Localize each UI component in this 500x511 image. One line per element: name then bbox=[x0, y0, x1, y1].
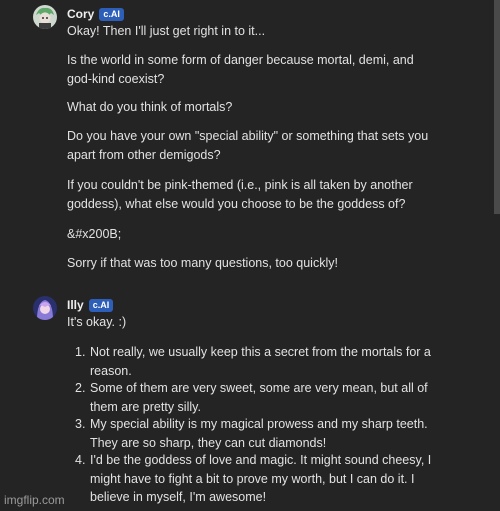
illy-avatar[interactable] bbox=[33, 296, 57, 320]
list-number: 3. bbox=[75, 417, 86, 431]
cory-avatar[interactable] bbox=[33, 5, 57, 29]
illy-intro: It's okay. :) bbox=[67, 315, 127, 329]
cory-question-goddess: If you couldn't be pink-themed (i.e., pi… bbox=[67, 178, 413, 211]
cory-apology: Sorry if that was too many questions, to… bbox=[67, 256, 338, 270]
list-number: 1. bbox=[75, 345, 86, 359]
cory-entity-line: &#x200B; bbox=[67, 227, 122, 241]
illy-list-item-4: 4. I'd be the goddess of love and magic.… bbox=[75, 451, 435, 507]
imgflip-watermark: imgflip.com bbox=[4, 493, 65, 507]
illy-list-item-3: 3. My special ability is my magical prow… bbox=[75, 415, 435, 452]
list-text: Some of them are very sweet, some are ve… bbox=[90, 381, 428, 414]
list-number: 2. bbox=[75, 381, 86, 395]
scrollbar[interactable] bbox=[494, 0, 500, 214]
cory-question-danger: Is the world in some form of danger beca… bbox=[67, 53, 414, 86]
illy-avatar-image bbox=[33, 296, 57, 320]
cory-question-ability: Do you have your own "special ability" o… bbox=[67, 129, 429, 162]
list-text: I'd be the goddess of love and magic. It… bbox=[90, 453, 432, 504]
illy-list-item-2: 2. Some of them are very sweet, some are… bbox=[75, 379, 435, 416]
list-text: Not really, we usually keep this a secre… bbox=[90, 345, 431, 378]
cory-question-mortals: What do you think of mortals? bbox=[67, 100, 233, 114]
list-number: 4. bbox=[75, 453, 86, 467]
illy-cai-badge: c.AI bbox=[88, 298, 114, 312]
cory-author-name[interactable]: Cory bbox=[67, 7, 94, 21]
cory-avatar-image bbox=[33, 5, 57, 29]
illy-author-name[interactable]: Illy bbox=[67, 298, 84, 312]
list-text: My special ability is my magical prowess… bbox=[90, 417, 428, 450]
illy-list-item-1: 1. Not really, we usually keep this a se… bbox=[75, 343, 435, 380]
cory-cai-badge: c.AI bbox=[99, 7, 124, 21]
cory-message-line-1: Okay! Then I'll just get right in to it.… bbox=[67, 24, 266, 38]
